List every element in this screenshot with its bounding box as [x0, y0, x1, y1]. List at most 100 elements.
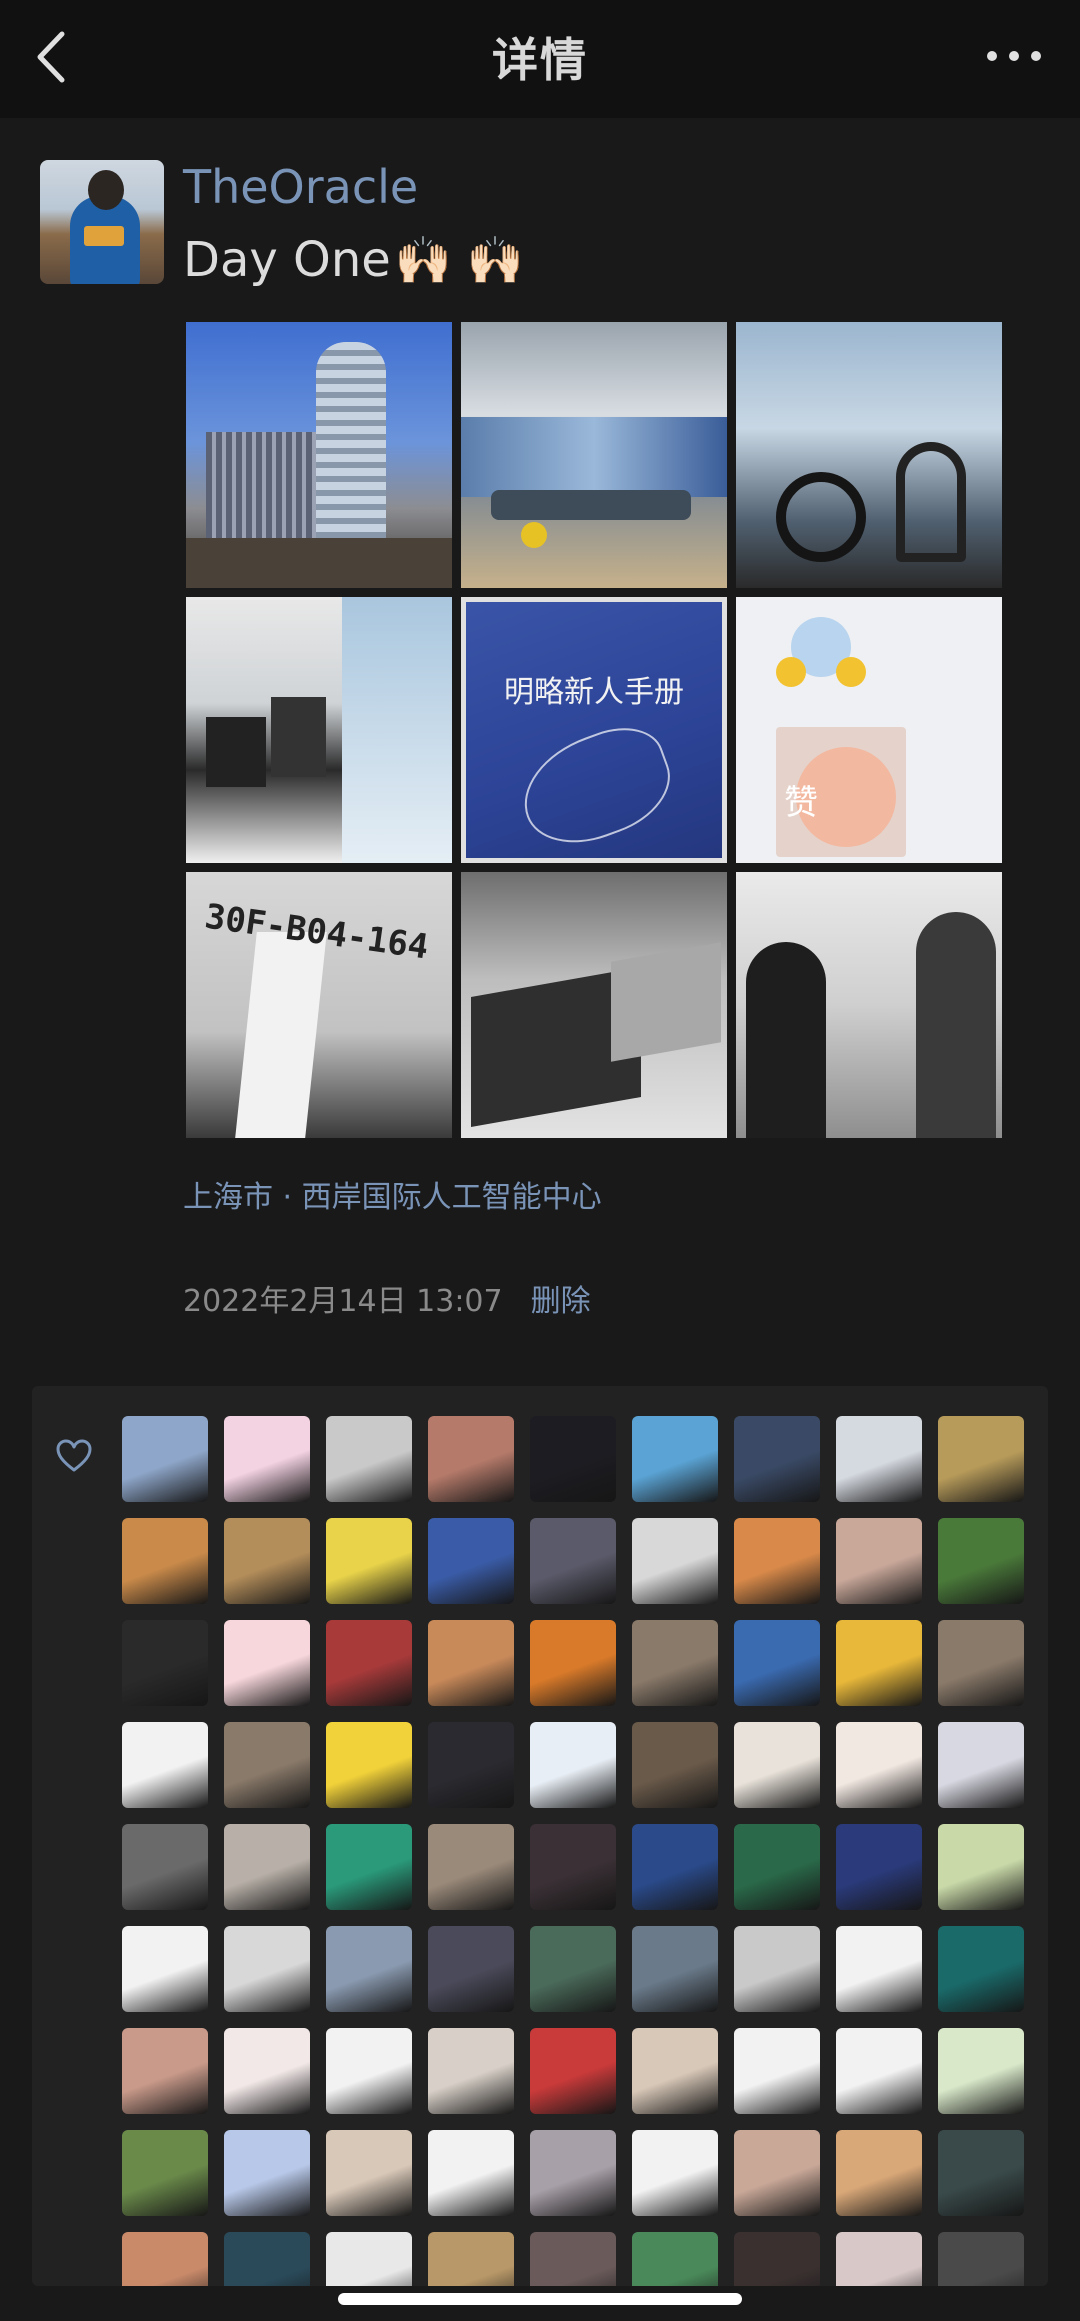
- liker-avatar[interactable]: [530, 1926, 616, 2012]
- post-meta: 2022年2月14日 13:07 删除: [183, 1276, 591, 1320]
- liker-avatar[interactable]: [530, 2130, 616, 2216]
- liker-avatar[interactable]: [836, 1416, 922, 1502]
- moment-detail-page: 详情 TheOracle Day One🙌🏻 🙌🏻 明略新人手册 赞 30F-B…: [0, 0, 1080, 2321]
- liker-avatar[interactable]: [836, 1722, 922, 1808]
- liker-avatar[interactable]: [224, 2028, 310, 2114]
- liker-avatar[interactable]: [632, 1620, 718, 1706]
- liker-avatar[interactable]: [530, 1824, 616, 1910]
- liker-avatar[interactable]: [938, 1620, 1024, 1706]
- liker-avatar[interactable]: [836, 2130, 922, 2216]
- photo-laptops[interactable]: [461, 872, 727, 1138]
- liker-avatar[interactable]: [122, 1620, 208, 1706]
- liker-avatar[interactable]: [428, 1620, 514, 1706]
- liker-avatar[interactable]: [428, 2028, 514, 2114]
- liker-avatar[interactable]: [938, 1722, 1024, 1808]
- liker-avatar[interactable]: [428, 2130, 514, 2216]
- liker-avatar[interactable]: [734, 1620, 820, 1706]
- liker-avatar[interactable]: [734, 2232, 820, 2286]
- liker-avatar[interactable]: [224, 1416, 310, 1502]
- liker-avatar[interactable]: [326, 1416, 412, 1502]
- delete-button[interactable]: 删除: [531, 1284, 591, 1319]
- liker-avatar[interactable]: [530, 1416, 616, 1502]
- liker-avatar[interactable]: [734, 1926, 820, 2012]
- liker-avatar[interactable]: [632, 1926, 718, 2012]
- liker-avatar[interactable]: [734, 2028, 820, 2114]
- liker-avatar[interactable]: [326, 1620, 412, 1706]
- liker-avatar[interactable]: [428, 2232, 514, 2286]
- liker-avatar[interactable]: [836, 1620, 922, 1706]
- liker-avatar[interactable]: [326, 1926, 412, 2012]
- liker-avatar[interactable]: [224, 1620, 310, 1706]
- liker-avatar[interactable]: [224, 1722, 310, 1808]
- liker-avatar[interactable]: [632, 1824, 718, 1910]
- liker-avatar[interactable]: [938, 1824, 1024, 1910]
- liker-avatar[interactable]: [734, 1518, 820, 1604]
- more-button[interactable]: [980, 30, 1050, 80]
- liker-avatar[interactable]: [326, 2232, 412, 2286]
- liker-avatar[interactable]: [224, 2130, 310, 2216]
- liker-avatar[interactable]: [632, 2232, 718, 2286]
- photo-handbook[interactable]: 明略新人手册: [461, 597, 727, 863]
- liker-avatar[interactable]: [632, 1722, 718, 1808]
- photo-office-lounge[interactable]: [461, 322, 727, 588]
- liker-avatar[interactable]: [530, 1620, 616, 1706]
- liker-avatar[interactable]: [122, 1824, 208, 1910]
- liker-avatar[interactable]: [734, 1824, 820, 1910]
- liker-avatar[interactable]: [938, 2130, 1024, 2216]
- liker-avatar[interactable]: [428, 1518, 514, 1604]
- liker-avatar[interactable]: [326, 1824, 412, 1910]
- liker-avatar[interactable]: [836, 1824, 922, 1910]
- liker-avatar[interactable]: [530, 1722, 616, 1808]
- liker-avatar[interactable]: [734, 1722, 820, 1808]
- liker-avatar[interactable]: [632, 2130, 718, 2216]
- more-dots-icon: [987, 51, 1041, 61]
- photo-pantry[interactable]: [186, 597, 452, 863]
- liker-avatar[interactable]: [224, 2232, 310, 2286]
- photo-chat-screenshot[interactable]: 赞: [736, 597, 1002, 863]
- photo-gym-bikes[interactable]: [736, 322, 1002, 588]
- photo-building[interactable]: [186, 322, 452, 588]
- liker-avatar[interactable]: [530, 2232, 616, 2286]
- liker-avatar[interactable]: [938, 1518, 1024, 1604]
- liker-avatar[interactable]: [224, 1926, 310, 2012]
- liker-avatar[interactable]: [224, 1824, 310, 1910]
- liker-avatar[interactable]: [836, 1926, 922, 2012]
- author-avatar[interactable]: [40, 160, 164, 284]
- liker-avatar[interactable]: [122, 1518, 208, 1604]
- liker-avatar[interactable]: [122, 1722, 208, 1808]
- liker-avatar[interactable]: [122, 1926, 208, 2012]
- liker-avatar[interactable]: [632, 1518, 718, 1604]
- liker-avatar[interactable]: [530, 1518, 616, 1604]
- liker-avatar[interactable]: [326, 1518, 412, 1604]
- author-name[interactable]: TheOracle: [183, 160, 418, 214]
- liker-avatar[interactable]: [938, 1926, 1024, 2012]
- photo-people-walking[interactable]: [736, 872, 1002, 1138]
- liker-avatar[interactable]: [530, 2028, 616, 2114]
- liker-avatar[interactable]: [326, 2028, 412, 2114]
- liker-avatar[interactable]: [428, 1722, 514, 1808]
- liker-avatar[interactable]: [224, 1518, 310, 1604]
- home-indicator: [338, 2293, 742, 2305]
- liker-avatar[interactable]: [836, 2232, 922, 2286]
- liker-avatar[interactable]: [326, 2130, 412, 2216]
- liker-avatar[interactable]: [122, 2130, 208, 2216]
- liker-avatar[interactable]: [428, 1926, 514, 2012]
- liker-avatar[interactable]: [632, 2028, 718, 2114]
- liker-avatar[interactable]: [122, 2232, 208, 2286]
- liker-avatar[interactable]: [836, 1518, 922, 1604]
- liker-avatar[interactable]: [938, 1416, 1024, 1502]
- liker-avatar[interactable]: [428, 1824, 514, 1910]
- liker-avatar[interactable]: [428, 1416, 514, 1502]
- liker-avatar[interactable]: [938, 2232, 1024, 2286]
- liker-avatar[interactable]: [122, 2028, 208, 2114]
- liker-avatar[interactable]: [326, 1722, 412, 1808]
- photo-desk-label[interactable]: 30F-B04-164: [186, 872, 452, 1138]
- heart-icon: [56, 1439, 92, 1472]
- liker-avatar[interactable]: [734, 1416, 820, 1502]
- liker-avatar[interactable]: [122, 1416, 208, 1502]
- liker-avatar[interactable]: [632, 1416, 718, 1502]
- liker-avatar[interactable]: [836, 2028, 922, 2114]
- liker-avatar[interactable]: [938, 2028, 1024, 2114]
- liker-avatar[interactable]: [734, 2130, 820, 2216]
- location-link[interactable]: 上海市 · 西岸国际人工智能中心: [183, 1172, 602, 1216]
